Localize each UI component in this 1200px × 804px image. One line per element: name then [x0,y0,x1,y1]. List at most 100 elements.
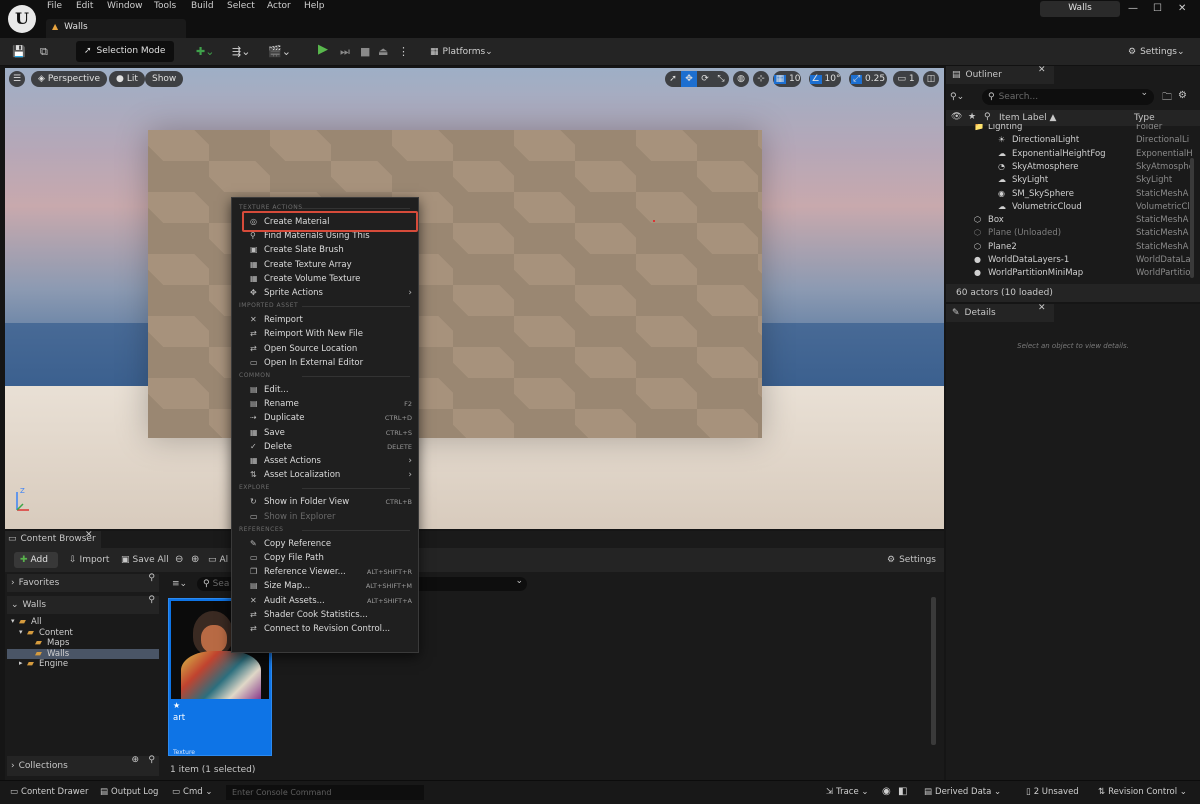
asset-scrollbar[interactable] [931,597,936,745]
menu-item-copy-reference[interactable]: ✎ Copy Reference [236,537,414,551]
surface-snap-icon[interactable]: ⊹ [753,71,769,87]
settings-button[interactable]: ⚙ Settings [887,555,936,565]
more-options-icon[interactable]: ⋮ [398,43,409,61]
browse-icon[interactable]: ⧉ [40,43,48,61]
add-button[interactable]: ✚ Add [14,552,58,568]
cinematics-icon[interactable]: 🎬⌄ [268,43,291,61]
add-folder-icon[interactable]: 🗀 [1162,90,1172,107]
unsaved-button[interactable]: ▯ 2 Unsaved [1026,787,1079,797]
play-icon[interactable]: ▶ [318,42,334,60]
menu-item-rename[interactable]: ▤ Rename F2 [236,397,414,411]
blueprint-icon[interactable]: ⇶⌄ [232,43,250,61]
breadcrumb[interactable]: ▭ Al [208,555,228,565]
outliner-row[interactable]: ◔ SkyAtmosphere SkyAtmosphe [946,161,1194,174]
outliner-row[interactable]: ☁ ExponentialHeightFog ExponentialH [946,148,1194,161]
content-drawer-button[interactable]: ▭ Content Drawer [10,787,88,797]
outliner-row[interactable]: ☁ VolumetricCloud VolumetricClo [946,201,1194,214]
outliner-row[interactable]: ◉ SM_SkySphere StaticMeshA [946,188,1194,201]
folder-tree-item[interactable]: ▰ Maps [7,638,159,649]
select-tool-icon[interactable]: ➚ [665,71,681,87]
stop-icon[interactable]: ■ [360,43,370,61]
menu-build[interactable]: Build [191,1,214,11]
scale-tool-icon[interactable]: ⤡ [713,71,729,87]
forward-icon[interactable]: ⊕ [191,554,199,565]
hamburger-icon[interactable]: ☰ [9,71,25,87]
menu-item-copy-file-path[interactable]: ▭ Copy File Path [236,551,414,565]
record-icon[interactable]: ◉ [882,786,891,797]
outliner-row[interactable]: ● WorldDataLayers-1 WorldDataLa [946,254,1194,267]
outliner-row[interactable]: ⬡ Plane2 StaticMeshA [946,241,1194,254]
folder-tree-item[interactable]: ▾ ▰ Content [7,628,159,639]
folder-tree-item[interactable]: ▰ Walls [7,648,159,659]
save-all-button[interactable]: ▣ Save All [121,555,169,565]
close-icon[interactable]: ✕ [1038,304,1046,313]
menu-window[interactable]: Window [107,1,143,11]
folder-tree-item[interactable]: ▾ ▰ All [7,617,159,628]
selection-mode-button[interactable]: ➚Selection Mode ⌄ [76,41,174,77]
menu-item-reimport[interactable]: ✕ Reimport [236,313,414,327]
menu-select[interactable]: Select [227,1,255,11]
revision-control-button[interactable]: ⇅ Revision Control ⌄ [1098,787,1187,797]
step-icon[interactable]: ⏭ [340,43,350,61]
search-icon[interactable]: ⚲ [148,596,155,605]
close-icon[interactable]: ✕ [1178,3,1186,14]
outliner-search-input[interactable]: ⚲ Search... ⌄ [982,89,1154,105]
outliner-row[interactable]: ⬡ Plane (Unloaded) StaticMeshA [946,227,1194,240]
back-icon[interactable]: ⊖ [175,554,183,565]
menu-item-shader-cook-statistics[interactable]: ⇄ Shader Cook Statistics... [236,608,414,622]
unreal-logo-icon[interactable]: U [8,5,36,33]
search-icon[interactable]: ⚲ [148,756,155,765]
import-button[interactable]: ⇩ Import [69,555,109,565]
menu-item-show-in-folder-view[interactable]: ↻ Show in Folder View CTRL+B [236,495,414,509]
show-button[interactable]: Show [145,71,184,87]
outliner-row[interactable]: ☁ SkyLight SkyLight [946,174,1194,187]
scale-snap-toggle[interactable]: ⤢ 0.25 [849,71,887,87]
star-icon[interactable]: ★ [968,113,976,122]
filter-button[interactable]: ⚲⌄ [950,89,978,105]
favorites-header[interactable]: › Favorites ⚲ [7,574,159,592]
cmd-button[interactable]: ▭ Cmd ⌄ [172,787,212,797]
menu-item-size-map[interactable]: ▤ Size Map... ALT+SHIFT+M [236,579,414,593]
output-log-button[interactable]: ▤ Output Log [100,787,158,797]
screenshot-icon[interactable]: ◧ [898,786,907,797]
menu-help[interactable]: Help [304,1,325,11]
camera-speed-button[interactable]: ▭ 1 [893,71,919,87]
rotate-tool-icon[interactable]: ⟳ [697,71,713,87]
menu-item-open-in-external-editor[interactable]: ▭ Open In External Editor [236,356,414,370]
menu-item-save[interactable]: ▦ Save CTRL+S [236,426,414,440]
menu-item-asset-actions[interactable]: ▦ Asset Actions › [236,454,414,468]
outliner-row[interactable]: ⬡ Box StaticMeshA [946,214,1194,227]
project-header[interactable]: ⌄ Walls ⚲ [7,596,159,614]
rotate-snap-toggle[interactable]: ∠ 10° [809,71,841,87]
level-tab[interactable]: ▲ Walls [46,19,186,38]
menu-item-audit-assets[interactable]: ✕ Audit Assets... ALT+SHIFT+A [236,594,414,608]
content-browser-tab[interactable]: ▭ Content Browser ✕ [5,531,101,548]
derived-data-button[interactable]: ▤ Derived Data ⌄ [924,787,1001,797]
outliner-row[interactable]: ☀ DirectionalLight DirectionalLi [946,134,1194,147]
settings-button[interactable]: ⚙ Settings⌄ [1128,43,1185,61]
eye-icon[interactable]: 👁 [951,113,962,122]
close-icon[interactable]: ✕ [1038,66,1046,75]
outliner-tab[interactable]: ▤ Outliner ✕ [946,66,1054,84]
trace-button[interactable]: ⇲ Trace ⌄ [826,787,869,797]
eject-icon[interactable]: ⏏ [378,43,388,61]
gear-icon[interactable]: ⚙ [1178,90,1187,101]
plus-icon[interactable]: ⊕ [131,756,139,765]
menu-actor[interactable]: Actor [267,1,291,11]
menu-item-create-texture-array[interactable]: ▦ Create Texture Array [236,258,414,272]
perspective-button[interactable]: ◈ Perspective [31,71,108,87]
details-tab[interactable]: ✎ Details ✕ [946,304,1054,322]
maximize-icon[interactable]: ☐ [1153,3,1162,14]
menu-item-reimport-with-new-file[interactable]: ⇄ Reimport With New File [236,327,414,341]
console-input[interactable]: Enter Console Command [226,785,424,800]
menu-item-show-in-explorer[interactable]: ▭ Show in Explorer [236,510,414,524]
menu-item-create-slate-brush[interactable]: ▣ Create Slate Brush [236,243,414,257]
level-viewport[interactable]: ☰ ◈ Perspective ● Lit Show ➚ ✥ ⟳ ⤡ ◍ ⊹ ▦ 1… [5,68,944,529]
grid-snap-toggle[interactable]: ▦ 10 [773,71,801,87]
menu-edit[interactable]: Edit [76,1,93,11]
menu-file[interactable]: File [47,1,62,11]
outliner-scrollbar[interactable] [1190,158,1194,278]
menu-item-asset-localization[interactable]: ⇅ Asset Localization › [236,468,414,482]
translate-tool-icon[interactable]: ✥ [681,71,697,87]
menu-item-create-volume-texture[interactable]: ▦ Create Volume Texture [236,272,414,286]
